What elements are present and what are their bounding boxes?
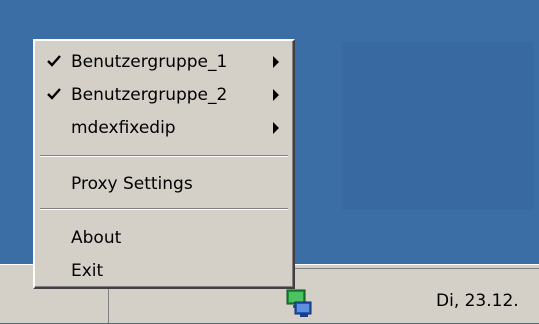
menu-separator: [40, 155, 288, 157]
menu-item-label: Benutzergruppe_2: [71, 85, 228, 105]
network-icon[interactable]: [283, 288, 317, 320]
menu-separator: [40, 208, 288, 210]
tray-context-menu: Benutzergruppe_1 Benutzergruppe_2 mdexfi…: [33, 39, 295, 289]
menu-item-label: About: [71, 228, 122, 248]
menu-item-mdexfixedip[interactable]: mdexfixedip: [35, 111, 291, 144]
menu-item-label: mdexfixedip: [71, 118, 176, 138]
desktop-panel: [342, 42, 534, 210]
menu-item-benutzergruppe-2[interactable]: Benutzergruppe_2: [35, 78, 291, 111]
submenu-arrow-icon: [273, 122, 279, 134]
menu-item-benutzergruppe-1[interactable]: Benutzergruppe_1: [35, 45, 291, 78]
menu-item-exit[interactable]: Exit: [35, 254, 291, 287]
clock[interactable]: Di, 23.12.: [436, 291, 519, 311]
menu-item-about[interactable]: About: [35, 221, 291, 254]
submenu-arrow-icon: [273, 89, 279, 101]
submenu-arrow-icon: [273, 56, 279, 68]
menu-item-label: Proxy Settings: [71, 174, 193, 194]
checkmark-icon: [47, 55, 61, 67]
menu-item-label: Benutzergruppe_1: [71, 52, 228, 72]
checkmark-icon: [47, 88, 61, 100]
menu-item-label: Exit: [71, 261, 104, 281]
menu-item-proxy-settings[interactable]: Proxy Settings: [35, 167, 291, 200]
